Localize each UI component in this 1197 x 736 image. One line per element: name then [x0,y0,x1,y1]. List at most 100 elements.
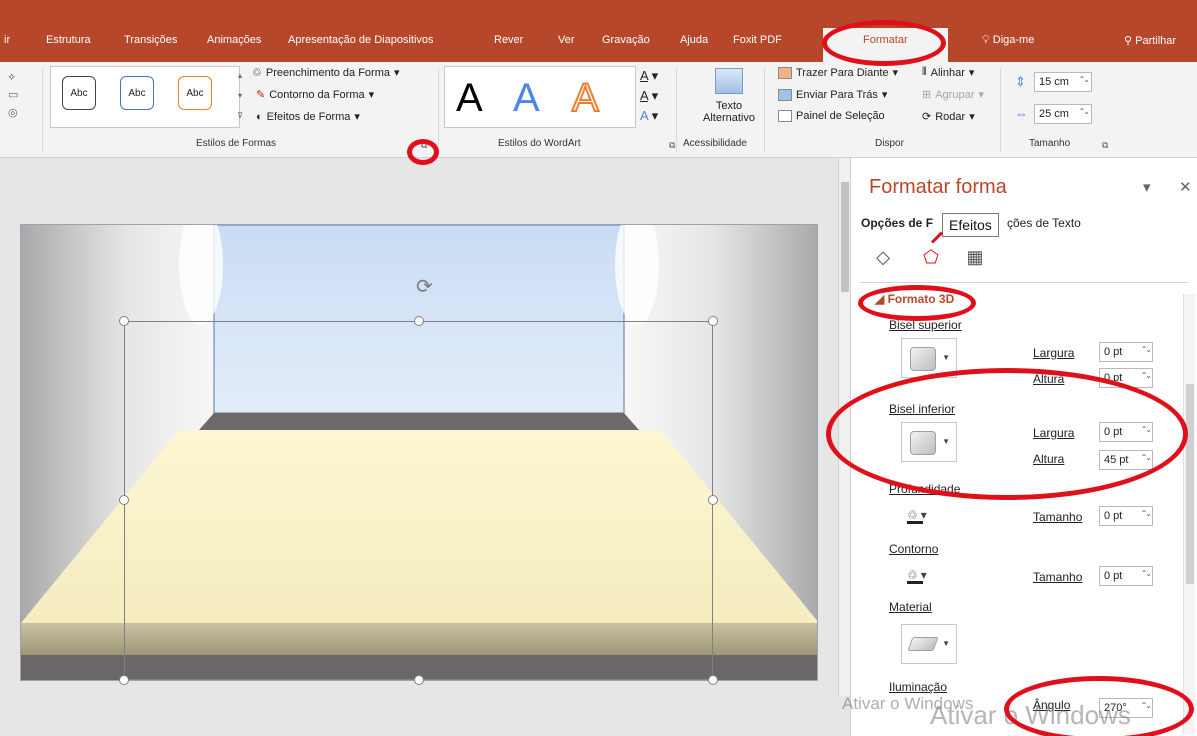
text-options-tab[interactable]: ções de Texto [1007,216,1081,230]
annotation-ring-3d-format [858,285,976,321]
bevel-swatch [910,347,936,371]
group-button[interactable]: ⊞ Agrupar ▾ [922,88,984,102]
tab-view[interactable]: Ver [558,34,575,46]
align-button[interactable]: ⫴ Alinhar ▾ [922,66,974,79]
send-backward-button[interactable]: Enviar Para Trás ▾ [778,88,887,101]
resize-handle-right[interactable] [708,495,718,505]
shape-height-field[interactable]: 15 cm [1034,72,1092,92]
dialog-launcher-icon[interactable]: ⧉ [669,140,675,151]
group-label-shape-styles: Estilos de Formas [196,138,277,149]
tab-transitions[interactable]: Transições [124,34,177,46]
annotation-ring-format-tab [822,20,946,66]
tab-review[interactable]: Rever [494,34,523,46]
ribbon-separator [42,68,43,152]
shape-options-tab[interactable]: Opções de F [861,216,933,230]
lighting-label: Iluminação [889,680,948,694]
depth-size-label: Tamanho [1033,510,1083,524]
pen-icon: ✎ [256,89,266,101]
size-properties-icon[interactable]: ▦ [963,246,987,268]
pane-options-icon[interactable]: ▾ [1143,178,1151,196]
annotation-ring-dialog-launcher [407,139,439,165]
send-backward-icon [778,88,792,101]
material-gallery[interactable]: ▼ [901,624,957,664]
depth-color-swatch [907,521,923,524]
group-label-accessibility: Acessibilidade [683,138,747,149]
material-swatch [907,637,939,651]
ribbon-body: ⟡ ▭ ◎ Abc Abc Abc ▴ ▾ ⊽ ♲ Preenchimento da Fo… [0,62,1197,158]
resize-handle-bottom[interactable] [414,675,424,685]
group-label-arrange: Dispor [875,138,904,149]
group-label-wordart: Estilos do WordArt [498,138,581,149]
material-label: Material [889,600,932,614]
align-icon: ⫴ [922,66,927,78]
rotate-icon: ⟳ [922,111,932,123]
contour-size-label: Tamanho [1033,570,1083,584]
resize-handle-top-right[interactable] [708,316,718,326]
shape-height-icon: ⇕ [1015,74,1026,89]
wordart-style-2[interactable]: A [513,76,540,121]
wordart-style-1[interactable]: A [456,76,483,121]
tab-partial[interactable]: ir [4,34,10,46]
contour-color-button[interactable]: ♲ ▾ [901,564,943,586]
annotation-ring-angle [1004,676,1194,736]
tab-recording[interactable]: Gravação [602,34,650,46]
top-bevel-width-label: Largura [1033,346,1075,360]
shape-outline-button[interactable]: ✎ Contorno da Forma ▾ [256,88,374,102]
tab-slideshow[interactable]: Apresentação de Diapositivos [288,34,434,46]
group-icon: ⊞ [922,89,932,101]
dialog-launcher-icon[interactable]: ⧉ [1102,140,1108,151]
resize-handle-bottom-right[interactable] [708,675,718,685]
resize-handle-left[interactable] [119,495,129,505]
rotate-button[interactable]: ⟳ Rodar ▾ [922,110,975,124]
chevron-down-icon: ▼ [942,353,950,362]
depth-size-field[interactable]: 0 pt [1099,506,1153,526]
effects-tooltip: Efeitos [942,213,999,237]
top-bevel-width-field[interactable]: 0 pt [1099,342,1153,362]
shape-style-2[interactable]: Abc [120,76,154,110]
pane-scrollbar-thumb[interactable] [1186,384,1194,584]
tab-tell-me[interactable]: 💡︎ Diga-me [982,34,1034,47]
chevron-down-icon: ▼ [942,639,950,648]
bring-forward-icon [778,66,792,79]
alt-text-button[interactable]: Texto Alternativo [700,66,758,136]
shape-effects-button[interactable]: ◐ Efeitos de Forma ▾ [256,110,360,124]
resize-handle-top-left[interactable] [119,316,129,326]
selection-pane-icon [778,110,792,122]
contour-size-field[interactable]: 0 pt [1099,566,1153,586]
depth-color-button[interactable]: ♲ ▾ [901,504,943,526]
ribbon-separator [1000,68,1001,152]
gallery-scroll-icon[interactable]: ▴ ▾ ⊽ [234,66,246,128]
pane-scrollbar[interactable] [1183,294,1195,734]
shape-selection-box[interactable] [124,321,713,680]
group-label-size: Tamanho [1029,138,1071,149]
bring-forward-button[interactable]: Trazer Para Diante ▾ [778,66,898,79]
close-icon[interactable]: ✕ [1179,178,1192,196]
text-format-icons[interactable]: A ▾ A ▾ A ▾ [640,66,670,126]
pane-divider [859,282,1189,283]
pane-title: Formatar forma [869,176,1007,198]
wordart-style-3[interactable]: A [571,75,600,121]
shape-width-icon: ⇔ [1015,106,1028,121]
image-icon [715,68,743,94]
fill-line-icon[interactable]: ◇ [871,246,895,268]
tab-share[interactable]: ⚲ Partilhar [1124,34,1176,47]
tab-foxit-pdf[interactable]: Foxit PDF [733,34,782,46]
tab-design[interactable]: Estrutura [46,34,91,46]
shape-style-3[interactable]: Abc [178,76,212,110]
resize-handle-top[interactable] [414,316,424,326]
scrollbar-thumb[interactable] [841,182,849,292]
resize-handle-bottom-left[interactable] [119,675,129,685]
shape-style-1[interactable]: Abc [62,76,96,110]
tab-animations[interactable]: Animações [207,34,261,46]
paint-bucket-icon: ♲ [907,508,918,522]
tab-help[interactable]: Ajuda [680,34,708,46]
lightbulb-icon: 💡︎ [982,34,990,46]
shape-fill-button[interactable]: ♲ Preenchimento da Forma ▾ [252,66,400,80]
selection-pane-button[interactable]: Painel de Seleção [778,110,885,122]
effects-icon: ◐ [256,110,263,123]
rotate-handle-icon[interactable]: ⟳ [416,274,433,298]
effects-icon[interactable]: ⬠ [919,246,943,268]
ribbon-separator [438,68,439,152]
shape-width-field[interactable]: 25 cm [1034,104,1092,124]
insert-shapes-icon[interactable]: ⟡ ▭ ◎ [8,68,32,124]
